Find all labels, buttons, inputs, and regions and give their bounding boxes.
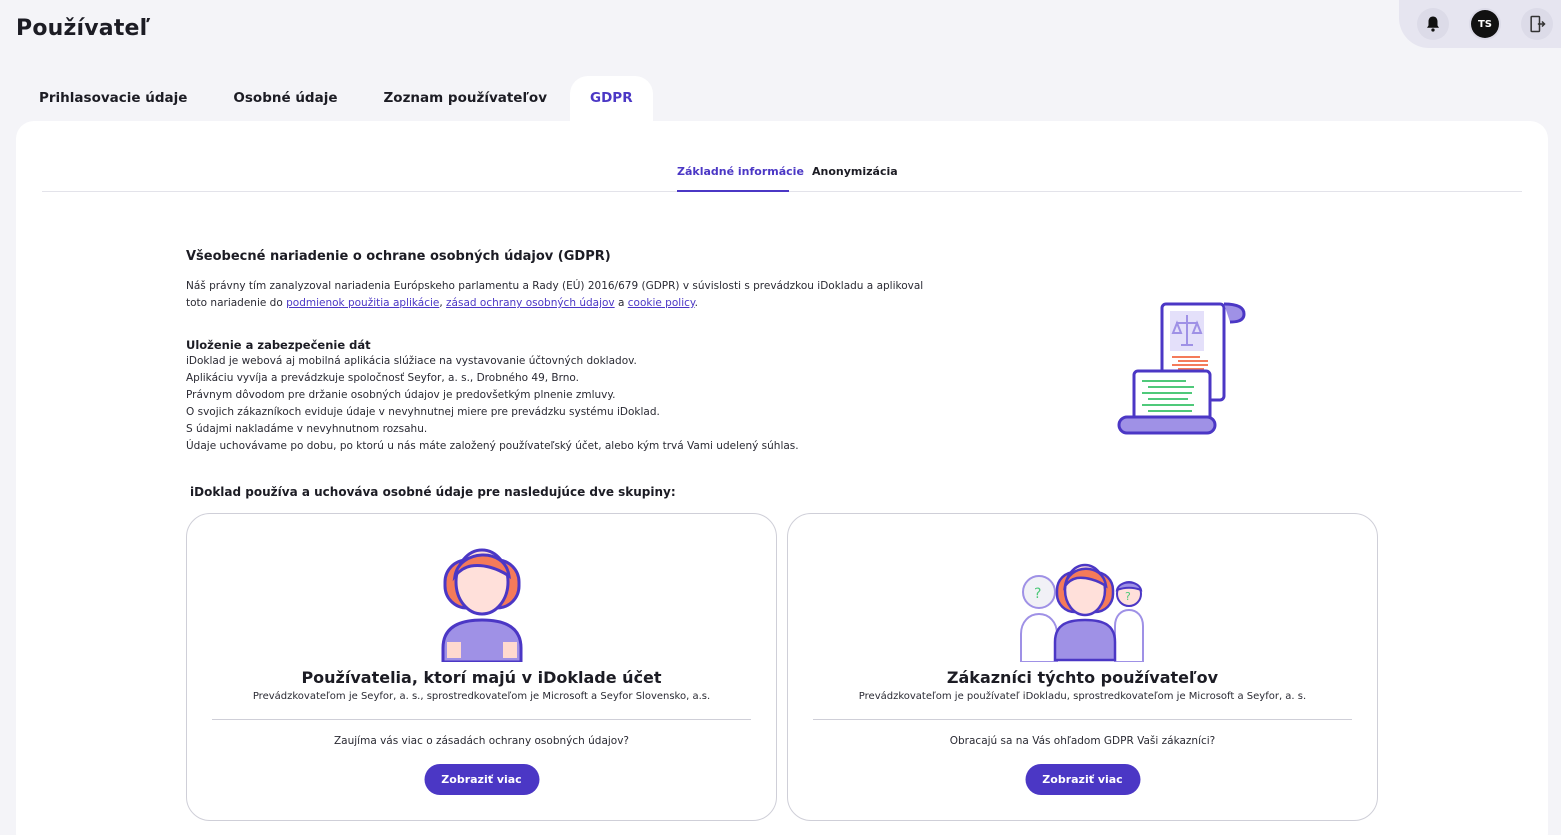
card-title: Používatelia, ktorí majú v iDoklade účet [301, 668, 662, 687]
logout-icon [1530, 15, 1546, 33]
gdpr-heading: Všeobecné nariadenie o ochrane osobných … [186, 249, 611, 264]
tab-login-details[interactable]: Prihlasovacie údaje [16, 76, 210, 122]
tab-personal-details[interactable]: Osobné údaje [210, 76, 360, 122]
show-more-button[interactable]: Zobraziť viac [1025, 764, 1140, 795]
storage-line: iDoklad je webová aj mobilná aplikácia s… [186, 355, 637, 367]
show-more-button[interactable]: Zobraziť viac [424, 764, 539, 795]
privacy-policy-link[interactable]: zásad ochrany osobných údajov [446, 297, 615, 309]
svg-text:?: ? [1034, 586, 1041, 602]
storage-line: S údajmi nakladáme v nevyhnutnom rozsahu… [186, 423, 428, 435]
storage-line: O svojich zákazníkoch eviduje údaje v ne… [186, 406, 660, 418]
top-toolbar: TS [1399, 0, 1561, 48]
storage-line: Údaje uchovávame po dobu, po ktorú u nás… [186, 440, 799, 452]
storage-line: Právnym dôvodom pre držanie osobných úda… [186, 389, 616, 401]
cookie-policy-link[interactable]: cookie policy [628, 297, 695, 309]
customers-group-icon: ? ? [1019, 563, 1144, 662]
card-users: Používatelia, ktorí majú v iDoklade účet… [186, 513, 777, 821]
card-question: Zaujíma vás viac o zásadách ochrany osob… [333, 735, 630, 747]
user-menu-button[interactable]: TS [1469, 8, 1501, 40]
logout-button[interactable] [1521, 8, 1553, 40]
tab-gdpr[interactable]: GDPR [570, 76, 653, 122]
card-title: Zákazníci týchto používateľov [946, 668, 1219, 687]
sub-tabs: Základné informácie Anonymizácia [42, 121, 1522, 192]
card-description: Prevádzkovateľom je používateľ iDokladu,… [858, 691, 1307, 702]
main-tabs: Prihlasovacie údaje Osobné údaje Zoznam … [16, 76, 653, 122]
card-customers: ? ? Zákazníci týchto používateľov Prevád… [787, 513, 1378, 821]
notifications-button[interactable] [1417, 8, 1449, 40]
storage-line: Aplikáciu vyvíja a prevádzkuje spoločnos… [186, 372, 579, 384]
card-description: Prevádzkovateľom je Seyfor, a. s., spros… [252, 691, 711, 702]
card-question: Obracajú sa na Vás ohľadom GDPR Vaši zák… [949, 735, 1216, 747]
tab-user-list[interactable]: Zoznam používateľov [361, 76, 571, 122]
gdpr-info: Všeobecné nariadenie o ochrane osobných … [186, 249, 946, 455]
bell-icon [1427, 16, 1439, 32]
gdpr-intro-text: Náš právny tím zanalyzoval nariadenia Eu… [186, 280, 924, 309]
divider [813, 719, 1352, 720]
avatar: TS [1471, 10, 1499, 38]
divider [212, 719, 751, 720]
storage-heading: Uloženie a zabezpečenie dát [186, 338, 371, 352]
gdpr-panel: Základné informácie Anonymizácia Všeobec… [16, 121, 1548, 835]
svg-text:?: ? [1125, 590, 1131, 603]
page-title: Používateľ [16, 16, 151, 41]
user-avatar-icon [441, 548, 522, 662]
subtab-basic-info[interactable]: Základné informácie [677, 165, 804, 192]
terms-of-use-link[interactable]: podmienok použitia aplikácie [286, 297, 439, 309]
subtab-anonymization[interactable]: Anonymizácia [812, 165, 898, 192]
legal-document-illustration [1117, 302, 1246, 435]
groups-title: iDoklad používa a uchováva osobné údaje … [190, 485, 676, 499]
